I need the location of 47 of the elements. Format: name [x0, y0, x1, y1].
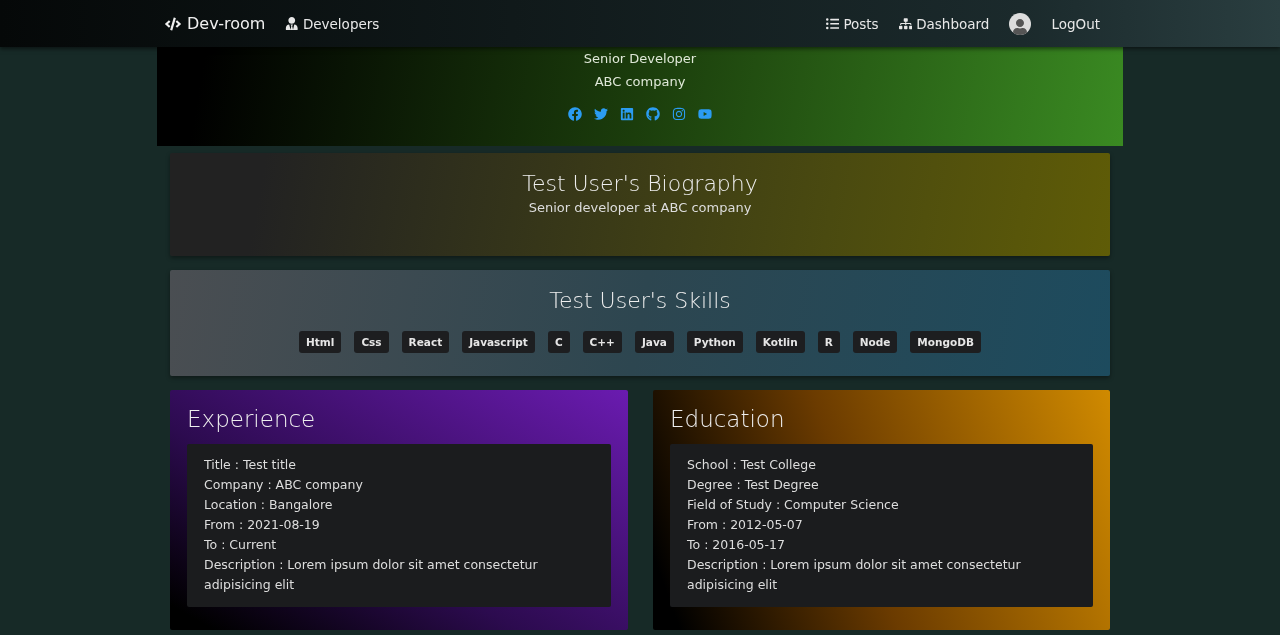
linkedin-icon[interactable] — [620, 107, 634, 121]
biography-title: Test User's Biography — [522, 171, 758, 196]
skills-title: Test User's Skills — [549, 288, 731, 313]
detail-text: To : Current — [204, 536, 278, 554]
nav-link[interactable]: Dashboard — [898, 15, 990, 32]
skill-tag: Python — [686, 331, 743, 353]
detail-text: From : 2021-08-19 — [204, 516, 321, 534]
nav-link[interactable]: Developers — [285, 15, 380, 32]
detail-text: Description : Lorem ipsum dolor sit amet consectetur adipisicing elit — [204, 556, 539, 594]
user-icon — [285, 16, 299, 31]
detail-text: Company : ABC company — [204, 476, 364, 494]
nav-link[interactable]: Posts — [825, 15, 879, 32]
sitemap-icon — [898, 16, 913, 31]
detail-text: Title : Test title — [204, 456, 297, 474]
detail-text: Location : Bangalore — [204, 496, 334, 514]
skill-tag: R — [817, 331, 840, 353]
instagram-icon[interactable] — [672, 107, 686, 121]
skill-tag: C — [547, 331, 570, 353]
github-icon[interactable] — [646, 107, 660, 121]
skill-tag: Javascript — [462, 331, 535, 353]
skill-tag: Html — [299, 331, 342, 353]
detail-text: From : 2012-05-07 — [687, 516, 804, 534]
skill-tag: MongoDB — [910, 331, 981, 353]
skill-tag: Java — [634, 331, 674, 353]
skill-tag: Css — [354, 331, 389, 353]
detail-text: Field of Study : Computer Science — [687, 496, 900, 514]
skill-tag: Kotlin — [755, 331, 805, 353]
biography-text: Senior developer at ABC company — [528, 200, 752, 215]
code-icon — [165, 15, 181, 32]
facebook-icon[interactable] — [568, 107, 582, 121]
youtube-icon[interactable] — [698, 107, 712, 121]
detail-text: School : Test College — [687, 456, 817, 474]
detail-text: To : 2016-05-17 — [687, 536, 786, 554]
skill-tag: React — [401, 331, 450, 353]
profile-status: Senior Developer — [583, 50, 697, 68]
detail-text: Description : Lorem ipsum dolor sit amet consectetur adipisicing elit — [687, 556, 1022, 594]
twitter-icon[interactable] — [594, 107, 608, 121]
logout-link[interactable]: LogOut — [1051, 15, 1100, 32]
section-title: Experience — [187, 406, 317, 432]
brand-link[interactable]: Dev-room — [165, 14, 266, 33]
skill-tag: Node — [852, 331, 898, 353]
section-title: Education — [670, 406, 786, 432]
avatar[interactable] — [1009, 12, 1032, 35]
skill-tag: C++ — [582, 331, 622, 353]
detail-text: Degree : Test Degree — [687, 476, 820, 494]
list-icon — [825, 16, 840, 31]
profile-company: ABC company — [594, 73, 686, 91]
